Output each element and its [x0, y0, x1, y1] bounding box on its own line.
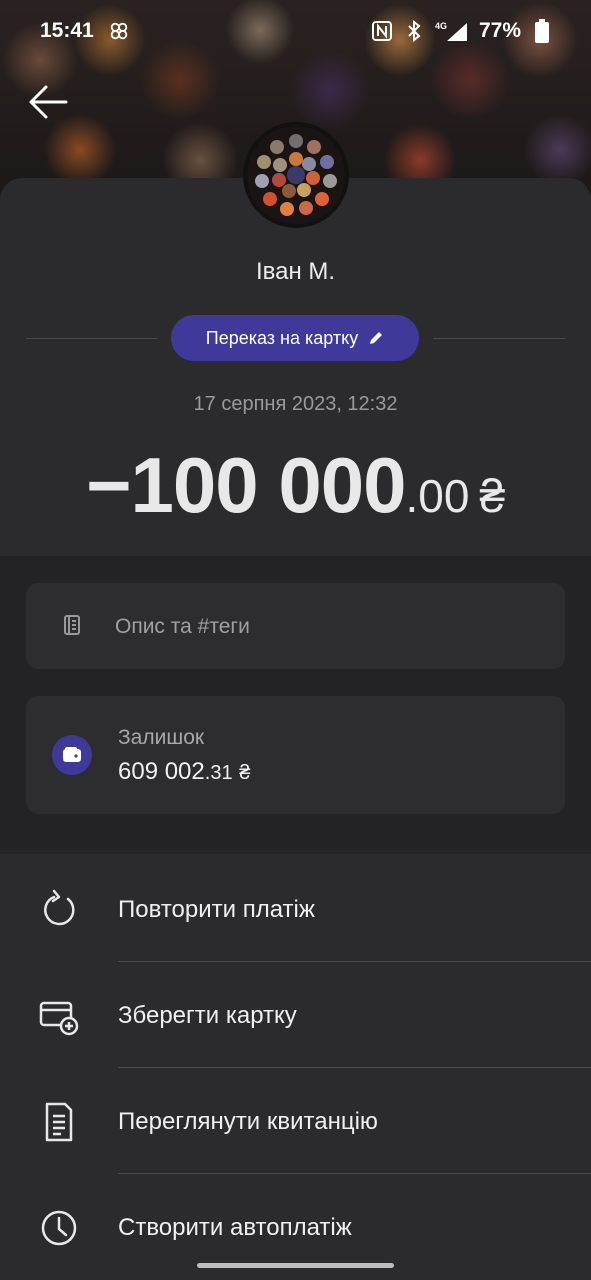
description-field[interactable]: Опис та #теги [26, 583, 565, 669]
battery-icon [531, 19, 553, 43]
arrow-left-icon [29, 85, 68, 119]
actions-list: Повторити платіж Зберегти картку Перегля… [0, 854, 591, 1280]
wallet-icon [52, 735, 92, 775]
balance-label: Залишок [118, 726, 205, 749]
description-placeholder: Опис та #теги [115, 615, 250, 638]
divider-right [433, 338, 565, 339]
action-label: Повторити платіж [118, 896, 315, 923]
nfc-icon [371, 20, 393, 42]
network-type-label: 4G [435, 21, 447, 31]
signal-icon: 4G [435, 20, 469, 42]
action-label: Переглянути квитанцію [118, 1108, 378, 1135]
clock-icon [41, 1210, 77, 1246]
repeat-icon [44, 889, 75, 926]
action-label: Зберегти картку [118, 1002, 297, 1029]
bluetooth-icon [403, 20, 425, 42]
transaction-amount: −100 000.00 ₴ [0, 440, 591, 531]
amount-decimal: .00 [405, 470, 470, 522]
home-indicator[interactable] [197, 1263, 394, 1268]
balance-decimal: .31 [204, 762, 233, 784]
repeat-payment-button[interactable]: Повторити платіж [0, 856, 591, 962]
transaction-datetime: 17 серпня 2023, 12:32 [193, 393, 398, 415]
avatar-image [247, 126, 345, 224]
balance-currency: ₴ [239, 762, 251, 784]
amount-integer: −100 000 [85, 441, 407, 529]
action-label: Створити автоплатіж [118, 1214, 352, 1241]
receipt-icon [45, 1102, 73, 1142]
back-button[interactable] [26, 82, 70, 122]
recipient-avatar[interactable] [243, 122, 349, 228]
add-card-icon [39, 1001, 79, 1036]
note-icon [64, 615, 80, 635]
balance-value: 609 002.31 ₴ [118, 758, 250, 786]
amount-currency: ₴ [479, 470, 506, 522]
app-notification-icon [108, 20, 130, 42]
status-time: 15:41 [40, 19, 94, 42]
balance-card: Залишок 609 002.31 ₴ [26, 696, 565, 814]
balance-integer: 609 002 [118, 758, 205, 785]
battery-percent: 77% [478, 19, 521, 42]
divider-left [26, 338, 157, 339]
recipient-name: Іван М. [255, 258, 336, 285]
status-bar: 15:41 4G 77% [0, 0, 591, 62]
view-receipt-button[interactable]: Переглянути квитанцію [0, 1068, 591, 1174]
save-card-button[interactable]: Зберегти картку [0, 962, 591, 1068]
category-button[interactable]: Переказ на картку [171, 315, 419, 361]
pencil-icon [370, 332, 383, 344]
category-label: Переказ на картку [205, 327, 359, 348]
